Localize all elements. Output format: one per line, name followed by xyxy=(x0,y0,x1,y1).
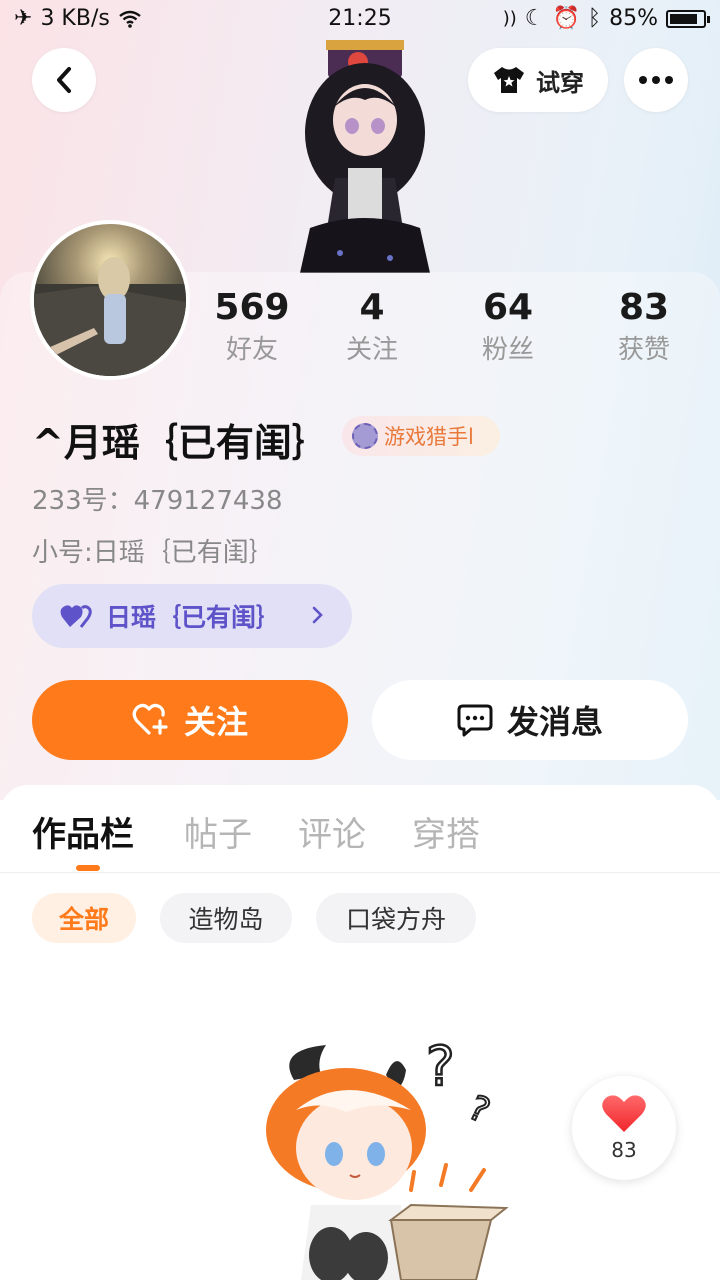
moon-icon: ☾ xyxy=(524,6,545,31)
stats-row: 569 好友 4 关注 64 粉丝 83 获赞 xyxy=(200,286,720,376)
tab-outfits[interactable]: 穿搭 xyxy=(412,807,480,856)
stat-label: 粉丝 xyxy=(481,335,534,365)
avatar-photo xyxy=(34,257,186,376)
character-avatar-figure[interactable] xyxy=(280,38,450,273)
alt-account-label: 日瑶｛已有闺｝ xyxy=(106,603,282,632)
chevron-left-icon xyxy=(57,67,71,93)
send-message-button[interactable]: 发消息 xyxy=(372,680,688,760)
tshirt-icon xyxy=(494,67,524,93)
linked-hearts-icon xyxy=(60,605,92,628)
stat-label: 获赞 xyxy=(617,335,670,365)
send-message-label: 发消息 xyxy=(506,703,603,741)
more-button[interactable] xyxy=(624,48,688,112)
back-button[interactable] xyxy=(32,48,96,112)
chat-bubble-icon xyxy=(457,704,493,737)
filter-creation-island[interactable]: 造物岛 xyxy=(160,893,292,943)
battery-percent: 85% xyxy=(609,6,658,31)
user-id: 233号：479127438 xyxy=(32,486,283,516)
battery-icon xyxy=(666,9,710,28)
try-on-label: 试穿 xyxy=(536,68,584,97)
try-on-button[interactable]: 试穿 xyxy=(468,48,608,112)
tab-comments[interactable]: 评论 xyxy=(298,807,366,856)
svg-text:?: ? xyxy=(426,1035,455,1098)
stat-likes[interactable]: 83 获赞 xyxy=(584,286,704,370)
stat-value: 4 xyxy=(359,287,385,328)
stat-label: 好友 xyxy=(225,335,278,365)
filter-pocket-ark[interactable]: 口袋方舟 xyxy=(316,893,476,943)
more-dots-icon xyxy=(639,76,673,84)
bluetooth-icon: ᛒ xyxy=(587,6,602,31)
stat-following[interactable]: 4 关注 xyxy=(312,286,432,370)
svg-text:?: ? xyxy=(462,1088,495,1132)
heart-icon xyxy=(602,1095,646,1132)
nfc-icon: )) xyxy=(502,8,517,29)
tab-works[interactable]: 作品栏 xyxy=(32,807,134,856)
alt-account-text: 小号:日瑶｛已有闺｝ xyxy=(32,538,275,568)
status-bar: ✈ 3 KB/s 21:25 )) ☾ ⏰ ᛒ 85% xyxy=(0,0,720,38)
follow-label: 关注 xyxy=(183,703,248,741)
filter-all[interactable]: 全部 xyxy=(32,893,136,943)
tab-posts[interactable]: 帖子 xyxy=(184,807,252,856)
badge-label: 游戏猎手l xyxy=(384,425,474,449)
username: ^月瑶｛已有闺｝ xyxy=(32,421,330,465)
heart-plus-icon xyxy=(132,703,168,735)
follow-button[interactable]: 关注 xyxy=(32,680,348,760)
stat-value: 83 xyxy=(618,287,670,328)
alarm-icon: ⏰ xyxy=(552,6,580,31)
alt-account-link[interactable]: 日瑶｛已有闺｝ xyxy=(32,584,352,648)
empty-state-mascot: ? ? xyxy=(266,1034,509,1280)
stat-value: 569 xyxy=(214,287,290,328)
stat-fans[interactable]: 64 粉丝 xyxy=(448,286,568,370)
like-floating-button[interactable]: 83 xyxy=(572,1076,676,1180)
stat-friends[interactable]: 569 好友 xyxy=(192,286,312,370)
active-tab-indicator xyxy=(76,865,100,871)
stat-value: 64 xyxy=(482,287,534,328)
badge-icon xyxy=(352,423,378,449)
game-hunter-badge[interactable]: 游戏猎手l xyxy=(342,416,500,456)
profile-avatar[interactable] xyxy=(30,220,190,380)
tab-bar: 作品栏 帖子 评论 穿搭 xyxy=(0,785,720,873)
like-count: 83 xyxy=(611,1138,637,1162)
chevron-right-icon xyxy=(312,606,323,624)
stat-label: 关注 xyxy=(345,335,398,365)
